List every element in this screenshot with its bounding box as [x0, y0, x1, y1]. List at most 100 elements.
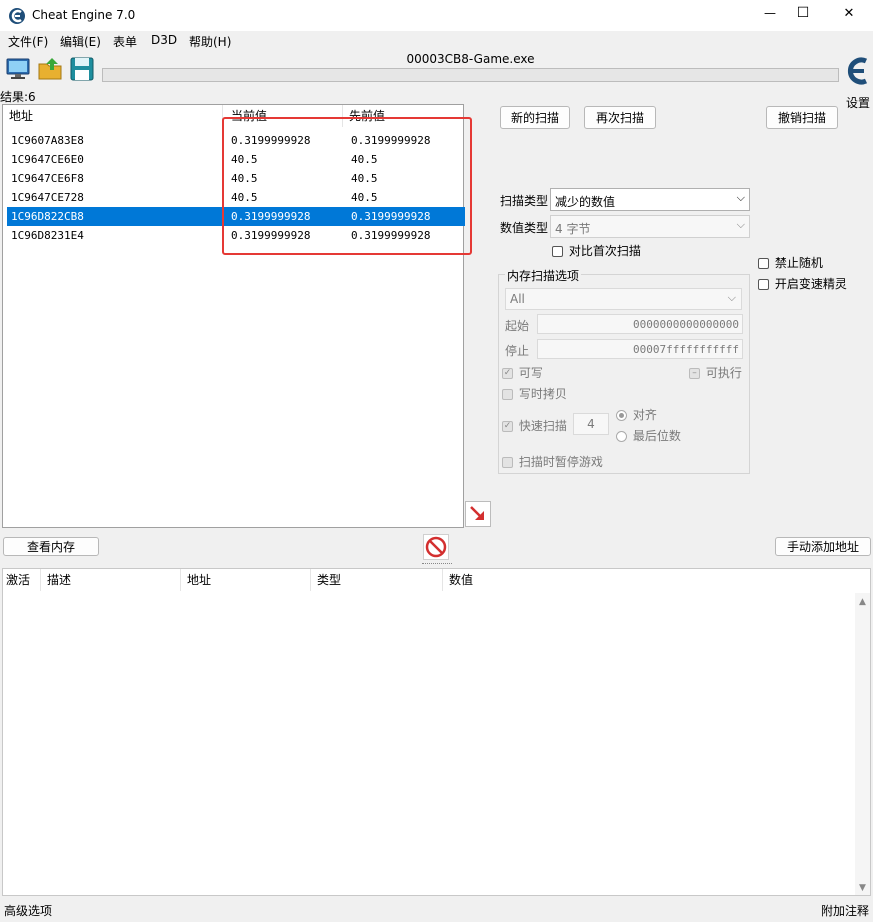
disable-random-checkbox[interactable]: 禁止随机 [758, 254, 823, 271]
advanced-options-link[interactable]: 高级选项 [4, 902, 52, 919]
pause-game-checkbox[interactable]: 扫描时暂停游戏 [502, 453, 603, 470]
last-digits-radio[interactable]: 最后位数 [616, 427, 681, 444]
arrow-down-right-icon [470, 506, 484, 520]
checkbox-box: – [689, 368, 700, 379]
stop-address-input[interactable]: 00007fffffffffff [537, 339, 743, 359]
checkbox-box [758, 258, 769, 269]
new-scan-button[interactable]: 新的扫描 [500, 106, 570, 129]
stop-label: 停止 [505, 344, 530, 358]
header-value[interactable]: 数值 [443, 569, 853, 591]
save-disk-icon [70, 57, 94, 81]
checkbox-box [758, 279, 769, 290]
splitter-handle[interactable] [422, 563, 452, 567]
align-radio[interactable]: 对齐 [616, 406, 657, 423]
add-to-list-button[interactable] [465, 501, 491, 527]
checkbox-box [502, 457, 513, 468]
scroll-up-icon[interactable]: ▲ [859, 597, 866, 607]
start-label: 起始 [505, 319, 530, 333]
address-list[interactable]: 激活 描述 地址 类型 数值 ▲ ▼ [2, 568, 871, 896]
value-type-value: 4 字节 [555, 222, 591, 236]
folder-open-icon [38, 58, 62, 80]
chevron-down-icon: ⌵ [736, 191, 745, 204]
header-address[interactable]: 地址 [181, 569, 311, 591]
menu-bar: 文件(F) 编辑(E) 表单 D3D 帮助(H) [0, 31, 873, 51]
maximize-button[interactable]: ☐ [788, 5, 818, 21]
header-active[interactable]: 激活 [3, 569, 41, 591]
settings-link[interactable]: 设置 [846, 94, 870, 111]
menu-file[interactable]: 文件(F) [8, 33, 48, 50]
result-address-cell: 1C9647CE6E0 [11, 153, 84, 166]
checkbox-box: ✓ [502, 421, 513, 432]
result-address-cell: 1C96D8231E4 [11, 229, 84, 242]
executable-checkbox[interactable]: – 可执行 [689, 364, 742, 381]
radio-dot [616, 410, 627, 421]
disable-random-label: 禁止随机 [774, 256, 823, 270]
value-type-select[interactable]: 4 字节 ⌵ [550, 215, 750, 238]
open-file-button[interactable] [37, 55, 65, 83]
add-address-button[interactable]: 手动添加地址 [775, 537, 871, 556]
compare-first-checkbox[interactable]: 对比首次扫描 [552, 242, 641, 259]
pause-game-label: 扫描时暂停游戏 [518, 455, 603, 469]
value-type-label: 数值类型 [500, 221, 549, 235]
last-digits-label: 最后位数 [632, 429, 681, 443]
fast-scan-checkbox[interactable]: ✓ 快速扫描 [502, 417, 567, 434]
align-label: 对齐 [632, 408, 657, 422]
region-value: All [510, 292, 525, 306]
speedhack-checkbox[interactable]: 开启变速精灵 [758, 275, 847, 292]
checkbox-box [552, 246, 563, 257]
table-extras-link[interactable]: 附加注释 [821, 902, 869, 919]
header-address[interactable]: 地址 [3, 105, 223, 127]
scan-progress-bar [102, 68, 839, 82]
compare-first-label: 对比首次扫描 [568, 244, 641, 258]
menu-edit[interactable]: 编辑(E) [60, 33, 101, 50]
menu-d3d[interactable]: D3D [151, 33, 177, 47]
menu-table[interactable]: 表单 [113, 33, 137, 50]
app-logo-icon [8, 7, 26, 25]
result-address-cell: 1C9647CE728 [11, 191, 84, 204]
stop-address-value: 00007fffffffffff [633, 343, 739, 356]
scan-type-label: 扫描类型 [500, 194, 549, 208]
address-list-scrollbar[interactable]: ▲ ▼ [855, 593, 870, 895]
clear-list-button[interactable] [423, 534, 449, 560]
region-select[interactable]: All ⌵ [505, 288, 742, 310]
chevron-down-icon: ⌵ [727, 291, 736, 304]
open-process-button[interactable] [4, 55, 32, 83]
fast-scan-input[interactable]: 4 [573, 413, 609, 435]
copy-on-write-label: 写时拷贝 [518, 387, 567, 401]
fast-scan-value: 4 [587, 417, 595, 431]
minimize-button[interactable]: — [755, 6, 785, 20]
executable-label: 可执行 [705, 366, 742, 380]
start-address-input[interactable]: 0000000000000000 [537, 314, 743, 334]
save-button[interactable] [68, 55, 96, 83]
menu-help[interactable]: 帮助(H) [189, 33, 231, 50]
process-name: 00003CB8-Game.exe [406, 52, 535, 66]
close-button[interactable]: ✕ [834, 6, 864, 21]
next-scan-button[interactable]: 再次扫描 [584, 106, 656, 129]
no-entry-icon [425, 536, 447, 558]
title-bar: Cheat Engine 7.0 — ☐ ✕ [0, 0, 873, 31]
result-address-cell: 1C9647CE6F8 [11, 172, 84, 185]
memory-options-title: 内存扫描选项 [505, 267, 582, 284]
header-type[interactable]: 类型 [311, 569, 443, 591]
results-count: 结果:6 [0, 90, 36, 104]
scan-type-select[interactable]: 减少的数值 ⌵ [550, 188, 750, 211]
computer-icon [6, 58, 30, 79]
fast-scan-label: 快速扫描 [518, 419, 567, 433]
checkbox-box [502, 389, 513, 400]
speedhack-label: 开启变速精灵 [774, 277, 847, 291]
cheat-engine-logo-icon[interactable] [842, 53, 872, 89]
checkbox-box: ✓ [502, 368, 513, 379]
undo-scan-button[interactable]: 撤销扫描 [766, 106, 838, 129]
result-address-cell: 1C96D822CB8 [11, 210, 84, 223]
scroll-down-icon[interactable]: ▼ [859, 883, 866, 893]
result-address-cell: 1C9607A83E8 [11, 134, 84, 147]
writable-checkbox[interactable]: ✓ 可写 [502, 364, 543, 381]
address-list-header: 激活 描述 地址 类型 数值 [3, 569, 870, 593]
chevron-down-icon: ⌵ [736, 218, 745, 231]
view-memory-button[interactable]: 查看内存 [3, 537, 99, 556]
writable-label: 可写 [518, 366, 543, 380]
header-description[interactable]: 描述 [41, 569, 181, 591]
radio-dot [616, 431, 627, 442]
copy-on-write-checkbox[interactable]: 写时拷贝 [502, 385, 567, 402]
start-address-value: 0000000000000000 [633, 318, 739, 331]
